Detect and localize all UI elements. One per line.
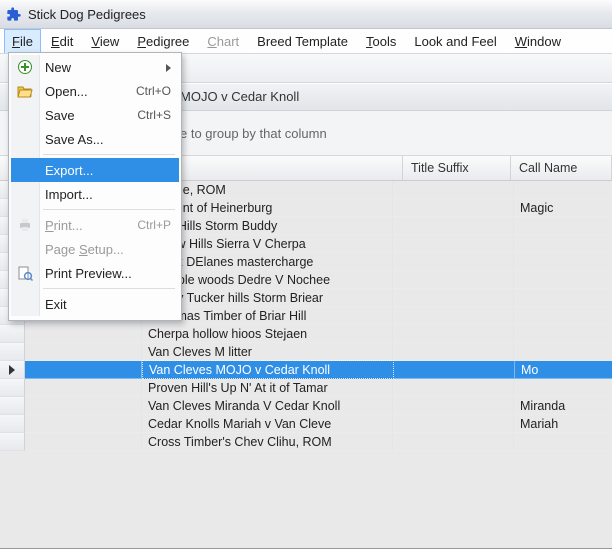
table-row[interactable]: Proven Hill's Up N' At it of Tamar xyxy=(0,379,612,397)
file-save[interactable]: Save Ctrl+S xyxy=(11,103,179,127)
menu-view[interactable]: View xyxy=(83,29,127,53)
row-header[interactable] xyxy=(0,325,25,343)
window-title: Stick Dog Pedigrees xyxy=(28,7,146,22)
menu-look-and-feel[interactable]: Look and Feel xyxy=(406,29,504,53)
current-record-text: MOJO v Cedar Knoll xyxy=(180,89,299,104)
cell-call-name[interactable] xyxy=(514,289,612,307)
cell-call-name[interactable] xyxy=(514,307,612,325)
new-icon xyxy=(17,59,33,75)
file-open[interactable]: Open... Ctrl+O xyxy=(11,79,179,103)
app-window: Stick Dog Pedigrees File Edit View Pedig… xyxy=(0,0,612,549)
menu-pedigree[interactable]: Pedigree xyxy=(129,29,197,53)
menubar: File Edit View Pedigree Chart Breed Temp… xyxy=(0,29,612,54)
cell-name[interactable]: Van Cleves M litter xyxy=(142,343,393,361)
print-preview-icon xyxy=(17,265,33,281)
row-header[interactable] xyxy=(0,343,25,361)
file-exit[interactable]: Exit xyxy=(11,292,179,316)
cell-call-name[interactable] xyxy=(514,235,612,253)
cell-call-name[interactable] xyxy=(514,379,612,397)
current-row-indicator-icon xyxy=(9,365,15,375)
file-import[interactable]: Import... xyxy=(11,182,179,206)
cell-call-name[interactable] xyxy=(514,271,612,289)
titlebar: Stick Dog Pedigrees xyxy=(0,0,612,29)
cell-name[interactable]: Cedar Knolls Mariah v Van Cleve xyxy=(142,415,393,433)
cell-spacer xyxy=(25,361,142,379)
menu-separator xyxy=(43,288,175,289)
grid-header-callname[interactable]: Call Name xyxy=(511,156,612,180)
cell-spacer xyxy=(25,379,142,397)
menu-tools[interactable]: Tools xyxy=(358,29,404,53)
cell-call-name[interactable] xyxy=(514,181,612,199)
menu-file[interactable]: File xyxy=(4,29,41,53)
cell-title-suffix[interactable] xyxy=(393,307,514,325)
row-header[interactable] xyxy=(0,379,25,397)
menu-separator xyxy=(43,154,175,155)
cell-name[interactable]: Cherpa hollow hioos Stejaen xyxy=(142,325,393,343)
table-row[interactable]: Van Cleves MOJO v Cedar Knoll Mo xyxy=(0,361,612,379)
print-icon xyxy=(17,217,33,233)
grid-header-name[interactable] xyxy=(165,156,403,180)
app-icon xyxy=(6,6,22,22)
cell-title-suffix[interactable] xyxy=(393,379,514,397)
cell-title-suffix[interactable] xyxy=(393,415,514,433)
table-row[interactable]: Cross Timber's Chev Clihu, ROM xyxy=(0,433,612,451)
cell-title-suffix[interactable] xyxy=(393,235,514,253)
file-new[interactable]: New xyxy=(11,55,179,79)
cell-title-suffix[interactable] xyxy=(393,397,514,415)
menu-separator xyxy=(43,209,175,210)
cell-title-suffix[interactable] xyxy=(393,271,514,289)
table-row[interactable]: Cedar Knolls Mariah v Van Cleve Mariah xyxy=(0,415,612,433)
cell-title-suffix[interactable] xyxy=(393,217,514,235)
cell-spacer xyxy=(25,397,142,415)
table-row[interactable]: Van Cleves M litter xyxy=(0,343,612,361)
cell-call-name[interactable]: Miranda xyxy=(514,397,612,415)
menu-breed-template[interactable]: Breed Template xyxy=(249,29,356,53)
cell-call-name[interactable]: Mo xyxy=(515,361,612,379)
menu-window[interactable]: Window xyxy=(507,29,569,53)
cell-name[interactable]: Van Cleves Miranda V Cedar Knoll xyxy=(142,397,393,415)
cell-title-suffix[interactable] xyxy=(393,343,514,361)
cell-call-name[interactable]: Magic xyxy=(514,199,612,217)
row-header[interactable] xyxy=(0,415,25,433)
cell-call-name[interactable] xyxy=(514,433,612,451)
file-export[interactable]: Export... xyxy=(11,158,179,182)
cell-title-suffix[interactable] xyxy=(394,361,515,379)
cell-call-name[interactable] xyxy=(514,325,612,343)
menu-edit[interactable]: Edit xyxy=(43,29,81,53)
cell-call-name[interactable]: Mariah xyxy=(514,415,612,433)
cell-call-name[interactable] xyxy=(514,217,612,235)
cell-name[interactable]: Van Cleves MOJO v Cedar Knoll xyxy=(142,360,394,379)
cell-title-suffix[interactable] xyxy=(393,253,514,271)
table-row[interactable]: Van Cleves Miranda V Cedar Knoll Miranda xyxy=(0,397,612,415)
cell-spacer xyxy=(25,415,142,433)
cell-name[interactable]: Proven Hill's Up N' At it of Tamar xyxy=(142,379,393,397)
cell-title-suffix[interactable] xyxy=(393,199,514,217)
row-header[interactable] xyxy=(0,433,25,451)
file-page-setup: Page Setup... xyxy=(11,237,179,261)
cell-spacer xyxy=(25,433,142,451)
menu-chart: Chart xyxy=(199,29,247,53)
grid-header-suffix[interactable]: Title Suffix xyxy=(403,156,511,180)
folder-open-icon xyxy=(17,83,33,99)
cell-spacer xyxy=(25,343,142,361)
row-header[interactable] xyxy=(0,361,25,379)
cell-name[interactable]: Cross Timber's Chev Clihu, ROM xyxy=(142,433,393,451)
cell-spacer xyxy=(25,325,142,343)
cell-title-suffix[interactable] xyxy=(393,181,514,199)
row-header[interactable] xyxy=(0,397,25,415)
file-print-preview[interactable]: Print Preview... xyxy=(11,261,179,285)
submenu-arrow-icon xyxy=(166,64,171,72)
file-menu-dropdown: New Open... Ctrl+O Save Ctrl+S Save As..… xyxy=(8,52,182,321)
group-by-hint: e to group by that column xyxy=(180,126,327,141)
cell-call-name[interactable] xyxy=(514,343,612,361)
cell-title-suffix[interactable] xyxy=(393,289,514,307)
cell-call-name[interactable] xyxy=(514,253,612,271)
cell-title-suffix[interactable] xyxy=(393,325,514,343)
table-row[interactable]: Cherpa hollow hioos Stejaen xyxy=(0,325,612,343)
file-save-as[interactable]: Save As... xyxy=(11,127,179,151)
cell-title-suffix[interactable] xyxy=(393,433,514,451)
file-print: Print... Ctrl+P xyxy=(11,213,179,237)
